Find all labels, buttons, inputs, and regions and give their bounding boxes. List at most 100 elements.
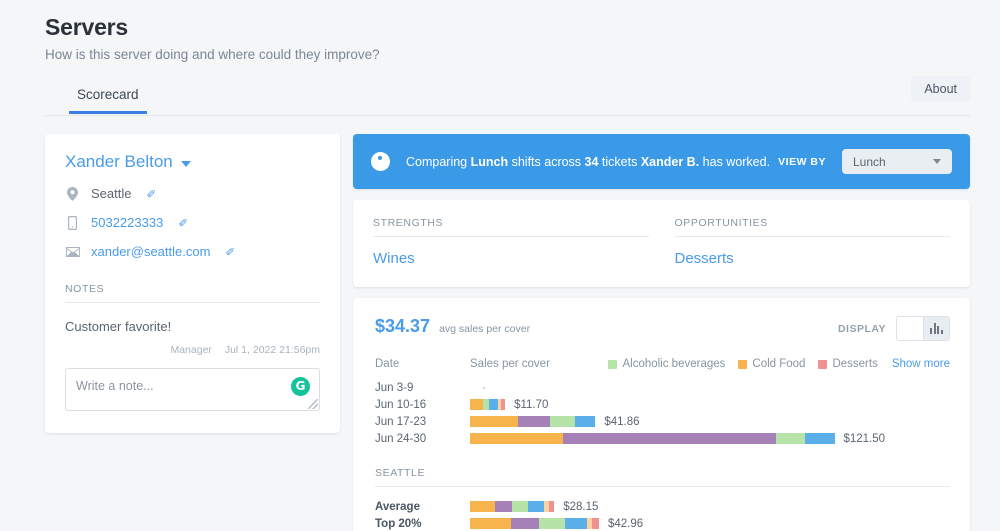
bar-segment[interactable] [501, 399, 506, 410]
bar-segment[interactable] [470, 399, 483, 410]
info-icon [371, 152, 390, 171]
tab-bar: Scorecard About [45, 76, 970, 116]
stacked-bar[interactable] [470, 399, 506, 410]
comparison-banner: Comparing Lunch shifts across 34 tickets… [353, 134, 970, 189]
view-by-label: VIEW BY [778, 155, 826, 168]
bar-segment[interactable] [549, 416, 575, 427]
banner-text-mid: shifts across [508, 154, 585, 169]
chart-row-label: Top 20% [375, 517, 422, 530]
resize-handle[interactable] [308, 399, 318, 409]
chart-row-value: $11.70 [514, 398, 549, 411]
bar-segment[interactable] [776, 433, 805, 444]
tab-scorecard[interactable]: Scorecard [69, 87, 147, 114]
bar-chart-icon [930, 323, 943, 334]
left-column: Xander Belton Seattle ✐ 5032223333 ✐ xan… [45, 134, 340, 433]
legend-swatch [738, 359, 748, 369]
chart-row[interactable]: Average $28.15 [375, 498, 950, 515]
server-name-dropdown[interactable]: Xander Belton [65, 152, 320, 172]
chart-row[interactable]: Top 20% $42.96 [375, 515, 950, 531]
bar-segment[interactable] [510, 518, 539, 529]
chart-row[interactable]: Jun 24-30 $121.50 [375, 430, 950, 447]
stacked-bar[interactable] [470, 501, 555, 512]
strengths-column: STRENGTHS Wines [373, 217, 649, 267]
bar-segment[interactable] [574, 416, 596, 427]
note-input-box[interactable]: Write a note... G [65, 368, 320, 411]
banner-text-post: has worked. [699, 154, 771, 169]
bar-segment[interactable] [470, 518, 511, 529]
bar-segment[interactable] [495, 501, 512, 512]
banner-shift: Lunch [470, 154, 509, 169]
chevron-down-icon [180, 160, 191, 167]
stacked-bar[interactable] [470, 518, 599, 529]
chart-row-empty: - [482, 381, 486, 394]
bar-segment[interactable] [591, 518, 599, 529]
display-toggle-blank[interactable] [897, 317, 923, 340]
legend-label: Alcoholic beverages [622, 358, 726, 370]
legend-item[interactable]: Alcoholic beverages [608, 358, 725, 370]
location-pin-icon [65, 186, 80, 201]
profile-row-phone: 5032223333 ✐ [65, 215, 320, 230]
avg-sales-value: $34.37 [375, 316, 431, 336]
legend-label: Desserts [832, 358, 878, 370]
bar-segment[interactable] [511, 501, 528, 512]
opportunities-value[interactable]: Desserts [675, 250, 951, 267]
about-button[interactable]: About [911, 76, 970, 102]
note-input-placeholder: Write a note... [76, 379, 154, 393]
bar-segment[interactable] [470, 501, 496, 512]
chart-row-label: Jun 3-9 [375, 381, 414, 394]
chevron-down-icon [933, 159, 941, 164]
bar-segment[interactable] [804, 433, 835, 444]
chart-row-label: Jun 10-16 [375, 398, 427, 411]
server-name: Xander Belton [65, 152, 173, 171]
notes-section-header: NOTES [65, 283, 320, 303]
edit-phone-icon[interactable]: ✐ [178, 216, 188, 230]
avg-sales-label: avg sales per cover [439, 323, 531, 335]
display-toggle[interactable] [896, 316, 950, 341]
right-column: Comparing Lunch shifts across 34 tickets… [353, 134, 970, 531]
legend-item[interactable]: Cold Food [738, 358, 805, 370]
opportunities-label: OPPORTUNITIES [674, 217, 950, 237]
chart-row[interactable]: Jun 10-16 $11.70 [375, 396, 950, 413]
bar-segment[interactable] [548, 501, 555, 512]
bar-segment[interactable] [564, 518, 587, 529]
app-root: Servers How is this server doing and whe… [0, 0, 1000, 531]
strengths-label: STRENGTHS [373, 217, 649, 237]
chart-row[interactable]: Jun 3-9 - [375, 379, 950, 396]
chart-rows: Jun 3-9- Jun 10-16 $11.70 Jun 17-23 $41.86 Ju… [375, 379, 950, 447]
bar-segment[interactable] [527, 501, 544, 512]
edit-email-icon[interactable]: ✐ [225, 245, 235, 259]
content-columns: Xander Belton Seattle ✐ 5032223333 ✐ xan… [45, 134, 970, 531]
edit-location-icon[interactable]: ✐ [146, 187, 156, 201]
bar-segment[interactable] [518, 416, 550, 427]
shift-select-value: Lunch [853, 154, 886, 169]
column-header-sales: Sales per cover [470, 358, 550, 370]
chart-row-value: $42.96 [607, 517, 644, 530]
benchmark-header: SEATTLE [375, 467, 950, 487]
benchmark-rows: Average $28.15 Top 20% $42.96 [375, 498, 950, 531]
bar-segment[interactable] [563, 433, 776, 444]
phone-value[interactable]: 5032223333 [91, 215, 163, 230]
stacked-bar[interactable] [470, 416, 596, 427]
shift-select[interactable]: Lunch [842, 149, 952, 174]
chart-row-value: $28.15 [563, 500, 599, 513]
strengths-value[interactable]: Wines [373, 250, 649, 267]
profile-row-location: Seattle ✐ [65, 186, 320, 201]
bar-segment[interactable] [488, 399, 499, 410]
bar-segment[interactable] [470, 416, 518, 427]
chart-row-label: Jun 24-30 [375, 432, 427, 445]
bar-segment[interactable] [470, 433, 563, 444]
email-value[interactable]: xander@seattle.com [91, 244, 210, 259]
chart-row-value: $41.86 [604, 415, 640, 428]
legend-item[interactable]: Desserts [818, 358, 878, 370]
display-toggle-chart[interactable] [923, 317, 949, 340]
page-title: Servers [45, 14, 129, 40]
banner-server-name: Xander B. [640, 154, 700, 169]
stacked-bar[interactable] [470, 433, 835, 444]
grammarly-icon[interactable]: G [291, 377, 310, 396]
page-header: Servers How is this server doing and whe… [0, 0, 1000, 62]
bar-segment[interactable] [539, 518, 565, 529]
page-subtitle: How is this server doing and where could… [45, 47, 380, 62]
chart-header: $34.37 avg sales per cover DISPLAY [375, 316, 950, 341]
chart-row[interactable]: Jun 17-23 $41.86 [375, 413, 950, 430]
show-more-link[interactable]: Show more [892, 358, 950, 370]
